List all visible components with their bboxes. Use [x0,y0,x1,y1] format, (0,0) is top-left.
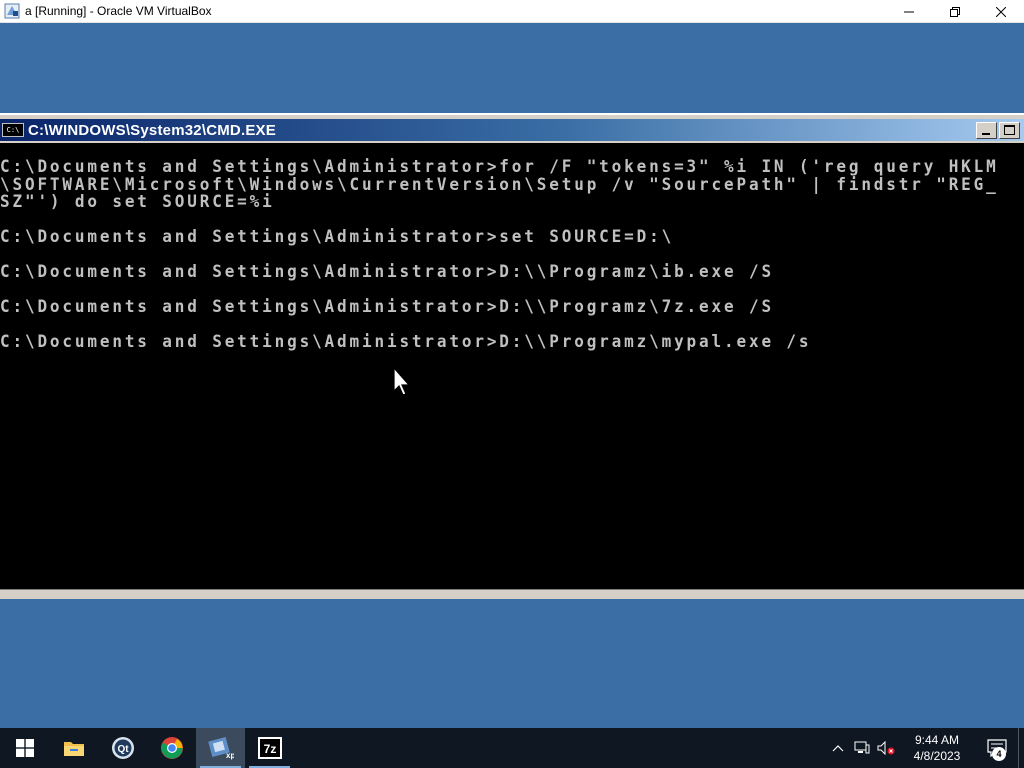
taskbar-chrome[interactable] [147,728,196,768]
notification-count-badge: 4 [992,747,1006,761]
show-hidden-icons-button[interactable] [826,728,850,768]
windows-logo-icon [15,739,34,757]
minimize-icon [982,133,990,135]
action-center-button[interactable]: 4 [976,728,1018,768]
virtualbox-xp-icon: xp [207,736,234,760]
network-icon [854,741,870,754]
virtualbox-icon [4,3,20,19]
taskbar-qt[interactable]: Qt [98,728,147,768]
guest-desktop: C:\ C:\WINDOWS\System32\CMD.EXE C:\Docum… [0,23,1024,728]
console-line: SZ"') do set SOURCE=%i [0,190,275,212]
start-button[interactable] [0,728,49,768]
cmd-title-bar[interactable]: C:\ C:\WINDOWS\System32\CMD.EXE [0,119,1024,141]
qt-icon: Qt [111,737,134,759]
taskbar-virtualbox[interactable]: xp [196,728,245,768]
chevron-up-icon [832,745,844,752]
volume-muted-icon [877,741,895,755]
cmd-minimize-button[interactable] [976,122,997,139]
system-tray: 9:44 AM 4/8/2023 4 [826,728,1024,768]
host-title-bar: a [Running] - Oracle VM VirtualBox [0,0,1024,23]
console-line: C:\Documents and Settings\Administrator>… [0,225,675,247]
cmd-maximize-button[interactable] [999,122,1020,139]
console-line: C:\Documents and Settings\Administrator>… [0,330,812,352]
console-line: C:\Documents and Settings\Administrator>… [0,260,774,282]
clock[interactable]: 9:44 AM 4/8/2023 [898,732,976,764]
restore-button[interactable] [932,0,978,23]
minimize-button[interactable] [886,0,932,23]
close-icon [996,6,1006,17]
svg-text:xp: xp [226,751,234,760]
clock-date: 4/8/2023 [913,749,961,763]
taskbar-file-explorer[interactable] [49,728,98,768]
svg-text:7z: 7z [263,742,276,756]
taskbar-7zip[interactable]: 7z [245,728,294,768]
maximize-icon [1004,125,1015,135]
close-button[interactable] [978,0,1024,23]
cmd-window-border [0,589,1024,599]
restore-icon [950,6,960,17]
network-button[interactable] [850,728,874,768]
volume-button[interactable] [874,728,898,768]
show-desktop-button[interactable] [1018,728,1024,768]
cmd-window[interactable]: C:\ C:\WINDOWS\System32\CMD.EXE C:\Docum… [0,113,1024,599]
console-line: C:\Documents and Settings\Administrator>… [0,295,774,317]
svg-text:Qt: Qt [117,744,129,755]
console-output[interactable]: C:\Documents and Settings\Administrator>… [0,143,1024,589]
clock-time: 9:44 AM [914,733,960,747]
mouse-cursor-icon [393,367,411,396]
taskbar: Qt xp 7z 9:44 AM 4/8/2023 4 [0,728,1024,768]
cmd-icon: C:\ [2,123,24,137]
7zip-icon: 7z [257,737,282,759]
host-window-title: a [Running] - Oracle VM VirtualBox [25,4,212,18]
chrome-icon [160,737,183,759]
cmd-window-title: C:\WINDOWS\System32\CMD.EXE [28,121,276,139]
folder-icon [63,742,84,756]
minimize-icon [904,11,914,12]
